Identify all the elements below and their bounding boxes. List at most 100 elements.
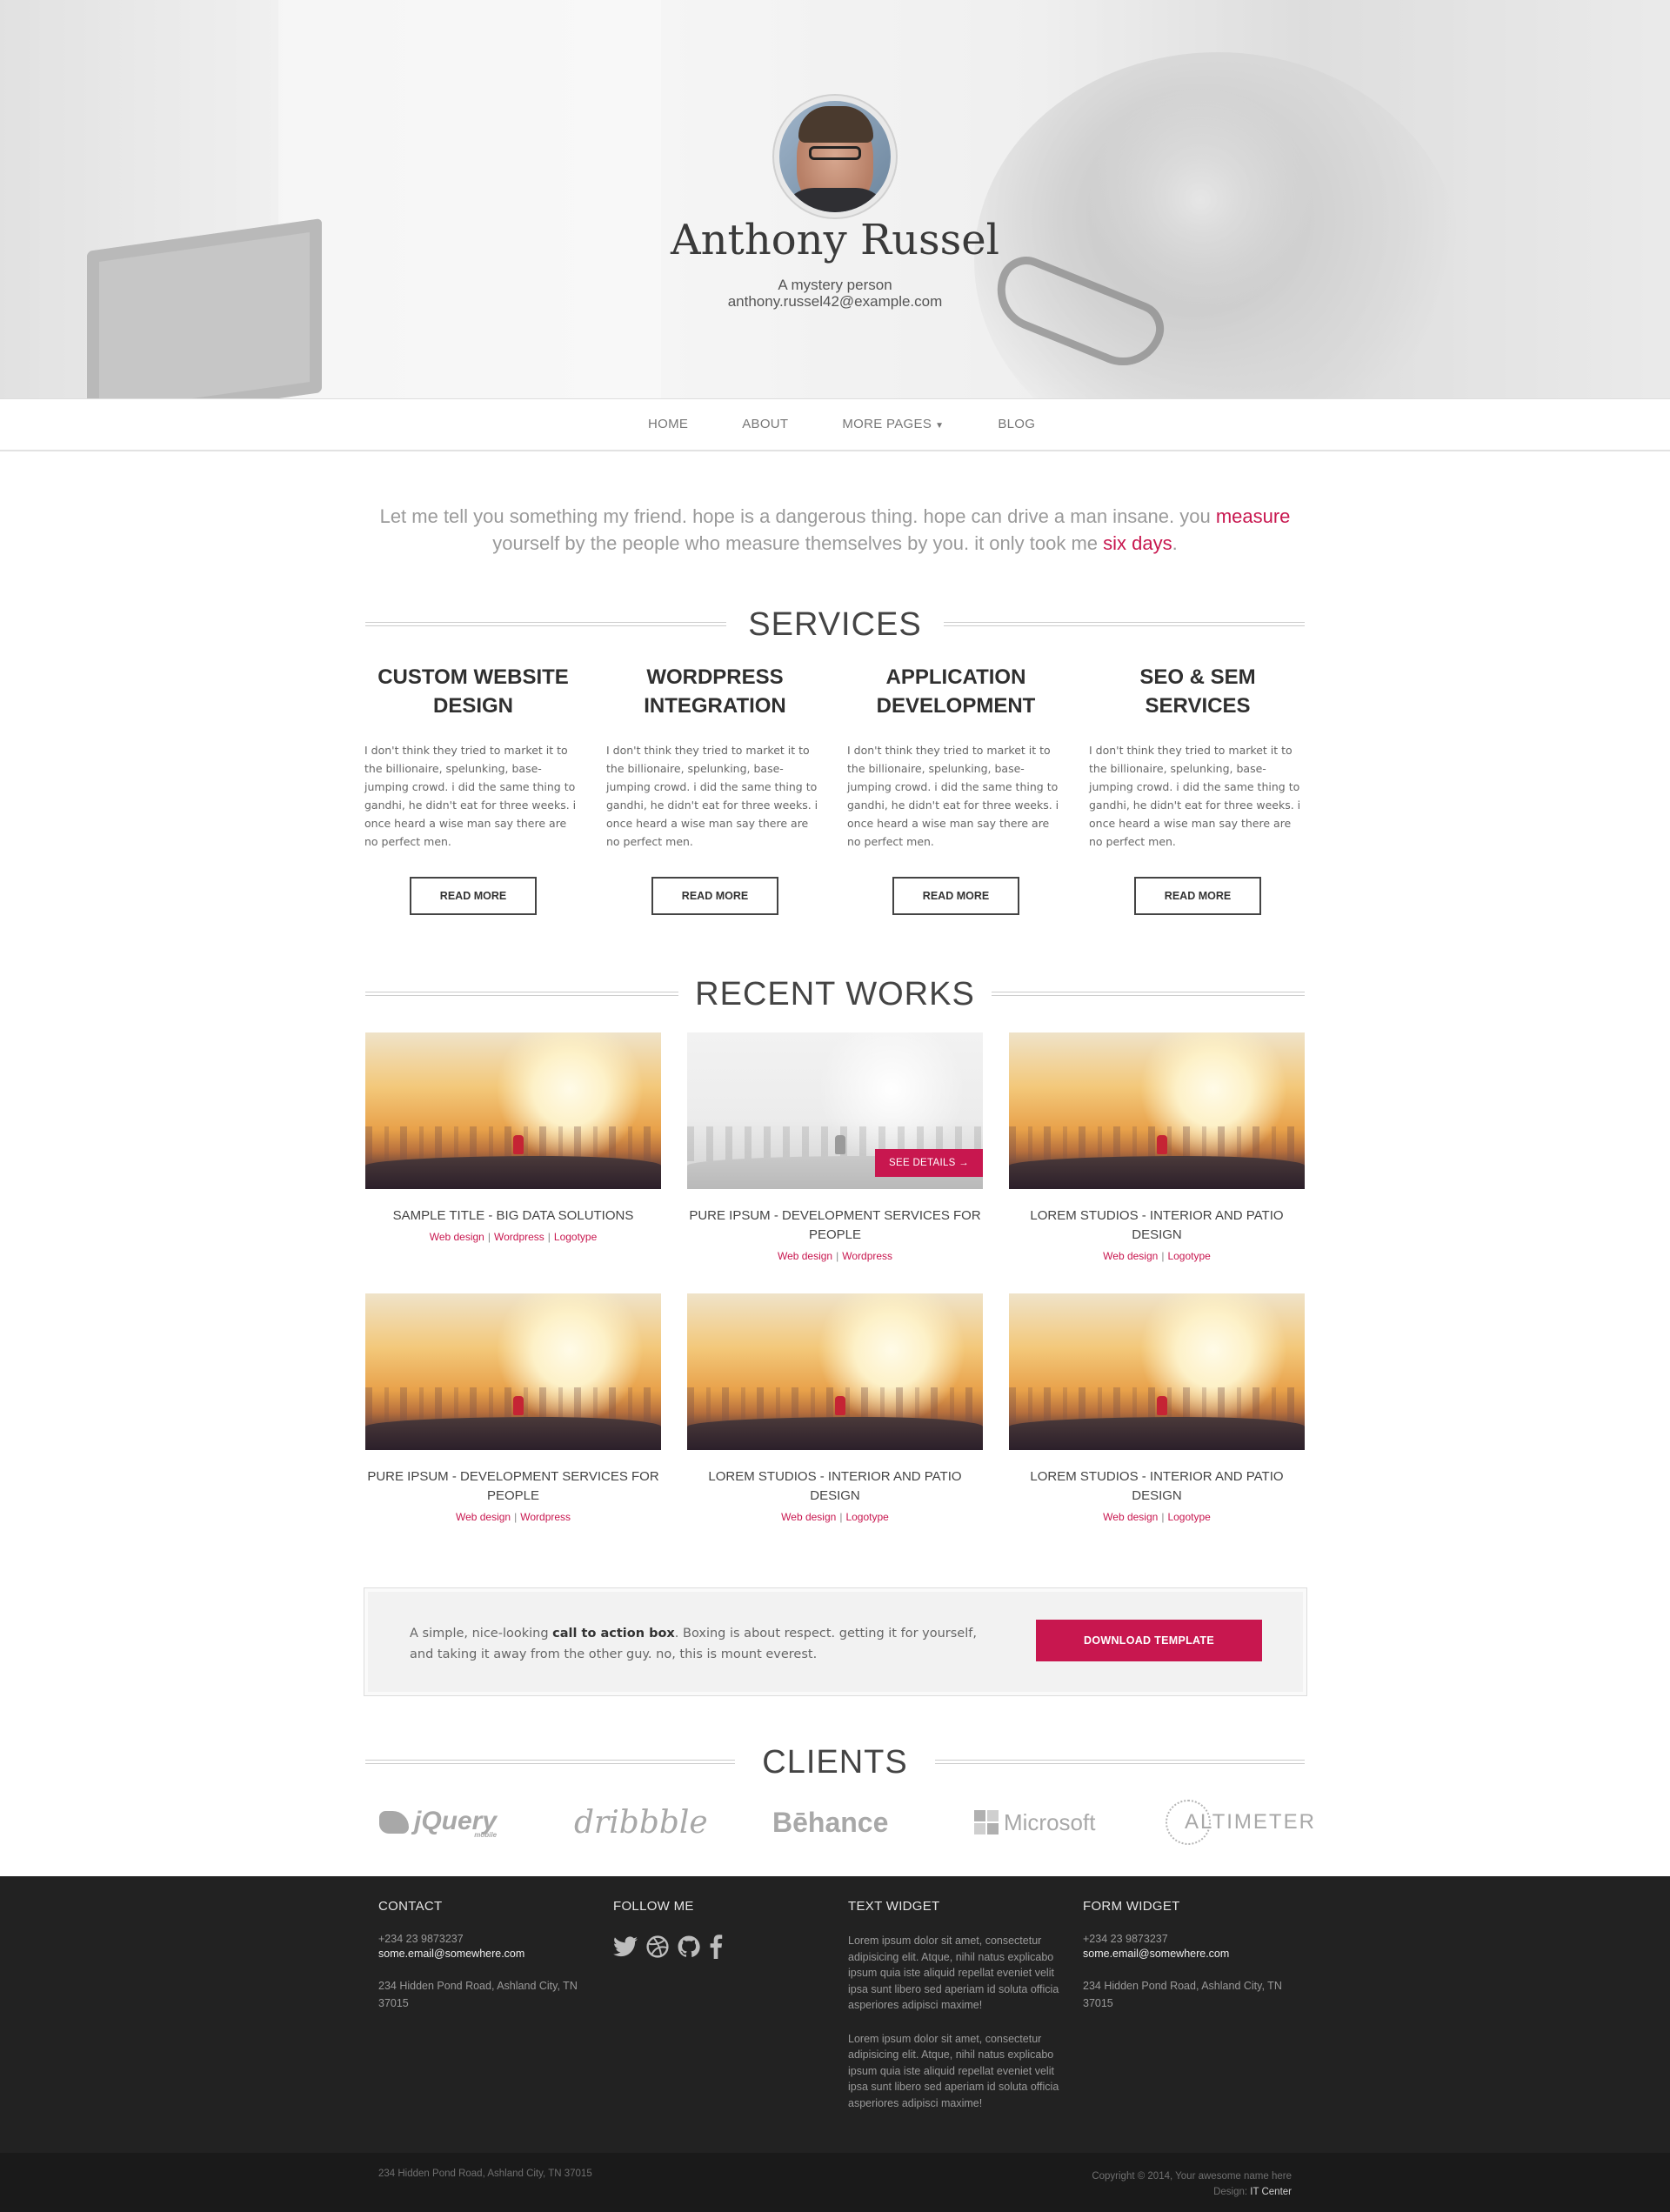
intro-highlight-six-days[interactable]: six days: [1103, 532, 1172, 554]
work-card[interactable]: PURE IPSUM - DEVELOPMENT SERVICES FOR PE…: [365, 1293, 661, 1523]
tag-link[interactable]: Web design: [456, 1511, 511, 1523]
clients-heading: CLIENTS: [365, 1744, 1305, 1781]
service-title: CUSTOM WEBSITE DESIGN: [377, 665, 569, 718]
service-text: I don't think they tried to market it to…: [1089, 744, 1301, 848]
tag-link[interactable]: Logotype: [1167, 1250, 1210, 1262]
work-title[interactable]: PURE IPSUM - DEVELOPMENT SERVICES FOR PE…: [687, 1206, 983, 1245]
tag-separator: |: [487, 1231, 491, 1243]
service-card: APPLICATION DEVELOPMENT I don't think th…: [847, 663, 1065, 915]
text-widget-paragraph: Lorem ipsum dolor sit amet, consectetur …: [848, 2032, 1059, 2109]
work-tags: Web design | Wordpress | Logotype: [365, 1231, 661, 1243]
form-widget-phone: +234 23 9873237: [1083, 1933, 1168, 1945]
tag-link[interactable]: Logotype: [1167, 1511, 1210, 1523]
thumb-ground: [365, 1156, 661, 1189]
tag-link[interactable]: Wordpress: [842, 1250, 892, 1262]
services-title: SERVICES: [748, 606, 922, 643]
work-card[interactable]: LOREM STUDIOS - INTERIOR AND PATIO DESIG…: [1009, 1293, 1305, 1523]
service-text: I don't think they tried to market it to…: [364, 744, 577, 848]
work-card[interactable]: LOREM STUDIOS - INTERIOR AND PATIO DESIG…: [1009, 1032, 1305, 1262]
client-logo-altimeter[interactable]: ALTIMETER: [1166, 1800, 1316, 1845]
tag-link[interactable]: Logotype: [554, 1231, 597, 1243]
tag-link[interactable]: Web design: [1103, 1511, 1158, 1523]
tag-separator: |: [547, 1231, 551, 1243]
service-card: CUSTOM WEBSITE DESIGN I don't think they…: [364, 663, 582, 915]
work-title[interactable]: PURE IPSUM - DEVELOPMENT SERVICES FOR PE…: [365, 1467, 661, 1506]
contact-phone: +234 23 9873237: [378, 1933, 464, 1945]
nav-item-blog[interactable]: BLOG: [998, 417, 1035, 431]
read-more-button[interactable]: READ MORE: [1134, 877, 1261, 915]
bottom-bar: 234 Hidden Pond Road, Ashland City, TN 3…: [0, 2153, 1670, 2212]
profile-email[interactable]: anthony.russel42@example.com: [0, 293, 1670, 311]
work-title[interactable]: LOREM STUDIOS - INTERIOR AND PATIO DESIG…: [687, 1467, 983, 1506]
tag-link[interactable]: Web design: [1103, 1250, 1158, 1262]
download-template-button[interactable]: DOWNLOAD TEMPLATE: [1036, 1620, 1262, 1661]
thumb-ground: [365, 1417, 661, 1450]
tag-separator: |: [1161, 1250, 1165, 1262]
form-widget-email[interactable]: some.email@somewhere.com: [1083, 1948, 1300, 1960]
read-more-button[interactable]: READ MORE: [651, 877, 778, 915]
contact-email[interactable]: some.email@somewhere.com: [378, 1948, 596, 1960]
works-heading: RECENT WORKS: [365, 976, 1305, 1012]
nav-item-more-pages-label: MORE PAGES: [842, 417, 932, 431]
text-widget-paragraph: Lorem ipsum dolor sit amet, consectetur …: [848, 1935, 1059, 2011]
github-icon[interactable]: [678, 1935, 700, 1958]
work-tags: Web design | Logotype: [1009, 1250, 1305, 1262]
call-to-action-box: A simple, nice-looking call to action bo…: [364, 1587, 1307, 1696]
work-title[interactable]: LOREM STUDIOS - INTERIOR AND PATIO DESIG…: [1009, 1206, 1305, 1245]
windows-pane: [974, 1810, 985, 1821]
read-more-button[interactable]: READ MORE: [410, 877, 537, 915]
service-text: I don't think they tried to market it to…: [847, 744, 1059, 848]
work-thumbnail[interactable]: SEE DETAILS →: [687, 1032, 983, 1189]
bottom-address: 234 Hidden Pond Road, Ashland City, TN 3…: [378, 2169, 592, 2179]
nav-item-about[interactable]: ABOUT: [742, 417, 788, 431]
thumb-figure: [835, 1135, 845, 1154]
client-logo-behance[interactable]: Bēhance: [772, 1804, 888, 1841]
nav-item-more-pages[interactable]: MORE PAGES ▼: [842, 417, 944, 431]
work-tags: Web design | Logotype: [1009, 1511, 1305, 1523]
read-more-button[interactable]: READ MORE: [892, 877, 1019, 915]
tag-link[interactable]: Web design: [430, 1231, 484, 1243]
footer-follow-title: FOLLOW ME: [613, 1899, 694, 1914]
tag-separator: |: [1161, 1511, 1165, 1523]
tag-link[interactable]: Wordpress: [520, 1511, 571, 1523]
tag-separator: |: [514, 1511, 518, 1523]
tag-link[interactable]: Wordpress: [494, 1231, 544, 1243]
see-details-button[interactable]: SEE DETAILS →: [875, 1149, 983, 1177]
services-heading: SERVICES: [365, 606, 1305, 643]
footer-contact-title: CONTACT: [378, 1899, 443, 1914]
footer-form-widget-title: FORM WIDGET: [1083, 1899, 1180, 1914]
twitter-icon[interactable]: [613, 1936, 638, 1957]
work-card[interactable]: LOREM STUDIOS - INTERIOR AND PATIO DESIG…: [687, 1293, 983, 1523]
work-thumbnail[interactable]: [365, 1032, 661, 1189]
work-thumbnail[interactable]: [365, 1293, 661, 1450]
client-logo-jquery[interactable]: jQuery mobile: [379, 1804, 497, 1841]
intro-highlight-measure[interactable]: measure: [1216, 505, 1291, 527]
work-card[interactable]: SAMPLE TITLE - BIG DATA SOLUTIONS Web de…: [365, 1032, 661, 1243]
social-icons: [613, 1935, 831, 1959]
facebook-icon[interactable]: [709, 1935, 723, 1959]
design-credit-link[interactable]: IT Center: [1250, 2187, 1292, 2197]
client-logo-microsoft[interactable]: Microsoft: [974, 1804, 1095, 1841]
tag-link[interactable]: Web design: [781, 1511, 836, 1523]
work-card[interactable]: SEE DETAILS → PURE IPSUM - DEVELOPMENT S…: [687, 1032, 983, 1262]
nav-item-home[interactable]: HOME: [648, 417, 688, 431]
client-logo-dribbble[interactable]: dribbble: [574, 1804, 708, 1841]
tag-link[interactable]: Web design: [778, 1250, 832, 1262]
dribbble-icon[interactable]: [646, 1935, 669, 1958]
microsoft-windows-icon: [974, 1810, 999, 1834]
work-thumbnail[interactable]: [1009, 1293, 1305, 1450]
thumb-figure: [835, 1396, 845, 1415]
design-credit: Design: IT Center: [1092, 2184, 1292, 2200]
tag-link[interactable]: Logotype: [845, 1511, 888, 1523]
form-widget-address: 234 Hidden Pond Road, Ashland City, TN 3…: [1083, 1980, 1282, 2009]
work-thumbnail[interactable]: [1009, 1032, 1305, 1189]
work-title[interactable]: LOREM STUDIOS - INTERIOR AND PATIO DESIG…: [1009, 1467, 1305, 1506]
footer: CONTACT +234 23 9873237 some.email@somew…: [0, 1876, 1670, 2153]
tag-separator: |: [839, 1511, 843, 1523]
work-thumbnail[interactable]: [687, 1293, 983, 1450]
altimeter-logo-text: ALTIMETER: [1185, 1810, 1316, 1834]
avatar: [774, 96, 896, 217]
work-title[interactable]: SAMPLE TITLE - BIG DATA SOLUTIONS: [365, 1206, 661, 1226]
intro-text-3: .: [1172, 532, 1178, 554]
work-tags: Web design | Logotype: [687, 1511, 983, 1523]
